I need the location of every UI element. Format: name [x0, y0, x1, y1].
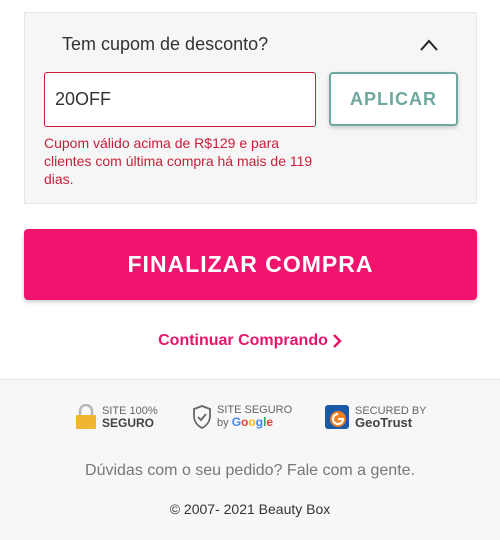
coupon-header-label[interactable]: Tem cupom de desconto?: [62, 34, 268, 55]
continue-shopping-link[interactable]: Continuar Comprando: [0, 332, 500, 350]
padlock-icon: [76, 404, 96, 429]
continue-shopping-label: Continuar Comprando: [158, 332, 328, 349]
shield-check-icon: [193, 404, 211, 429]
chevron-right-icon: [332, 333, 342, 348]
coupon-section: Tem cupom de desconto? APLICAR Cupom vál…: [24, 12, 477, 204]
footer: SITE 100% SEGURO SITE SEGURO by Google S…: [0, 379, 500, 540]
coupon-input[interactable]: [44, 72, 316, 127]
geotrust-logo-icon: [325, 405, 349, 429]
seal-site100-line2: SEGURO: [102, 416, 155, 430]
seal-google-by: by: [217, 417, 229, 429]
copyright: © 2007- 2021 Beauty Box: [169, 501, 331, 517]
geotrust-seal: SECURED BY GeoTrust: [324, 404, 427, 430]
google-safe-seal: SITE SEGURO by Google: [192, 404, 292, 429]
apply-coupon-button[interactable]: APLICAR: [329, 72, 458, 126]
geotrust-brand: GeoTrust: [355, 415, 413, 430]
help-text[interactable]: Dúvidas com o seu pedido? Fale com a gen…: [0, 462, 500, 480]
chevron-up-icon[interactable]: [420, 39, 438, 51]
coupon-error-message: Cupom válido acima de R$129 e para clien…: [44, 135, 313, 187]
site-100-seguro-seal: SITE 100% SEGURO: [75, 404, 158, 430]
google-logo: Google: [231, 415, 274, 429]
checkout-button[interactable]: FINALIZAR COMPRA: [24, 229, 477, 300]
